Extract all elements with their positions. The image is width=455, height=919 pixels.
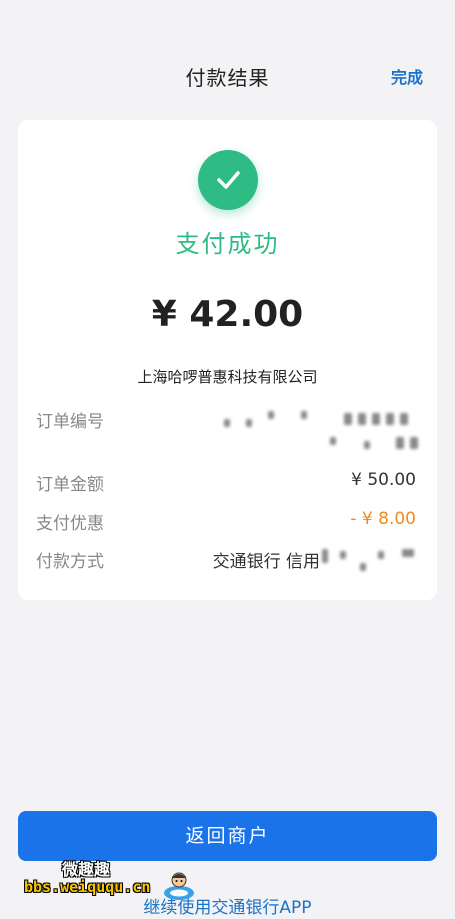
discount-label: 支付优惠 — [36, 514, 104, 534]
paid-amount: ¥ 42.00 — [151, 294, 304, 335]
order-number-redacted — [216, 407, 436, 457]
payment-method-row: 付款方式 交通银行 信用 — [36, 547, 416, 577]
discount-row: 支付优惠 - ¥ 8.00 — [36, 509, 416, 535]
card-number-redacted — [322, 547, 422, 577]
payment-method-label: 付款方式 — [36, 552, 104, 572]
order-amount-row: 订单金额 ¥ 50.00 — [36, 470, 416, 496]
order-number-label: 订单编号 — [36, 412, 104, 432]
order-amount-value: ¥ 50.00 — [351, 470, 416, 490]
page-title: 付款结果 — [185, 66, 270, 90]
watermark-logo: 微趣趣 bbs.weiququ.cn — [10, 848, 200, 908]
order-number-row: 订单编号 — [36, 407, 418, 457]
mascot-icon — [164, 872, 194, 900]
payment-method-value: 交通银行 信用 — [212, 552, 320, 572]
order-amount-label: 订单金额 — [36, 475, 104, 495]
payment-status: 支付成功 — [175, 230, 280, 258]
check-icon — [198, 150, 258, 210]
watermark-text: 微趣趣 — [62, 860, 111, 879]
watermark-url: bbs.weiququ.cn — [24, 878, 151, 896]
merchant-name: 上海哈啰普惠科技有限公司 — [137, 368, 318, 386]
discount-value: - ¥ 8.00 — [350, 509, 416, 529]
done-button[interactable]: 完成 — [391, 64, 423, 88]
result-card: 支付成功 ¥ 42.00 上海哈啰普惠科技有限公司 订单编号 订单金额 ¥ 50… — [18, 120, 437, 600]
